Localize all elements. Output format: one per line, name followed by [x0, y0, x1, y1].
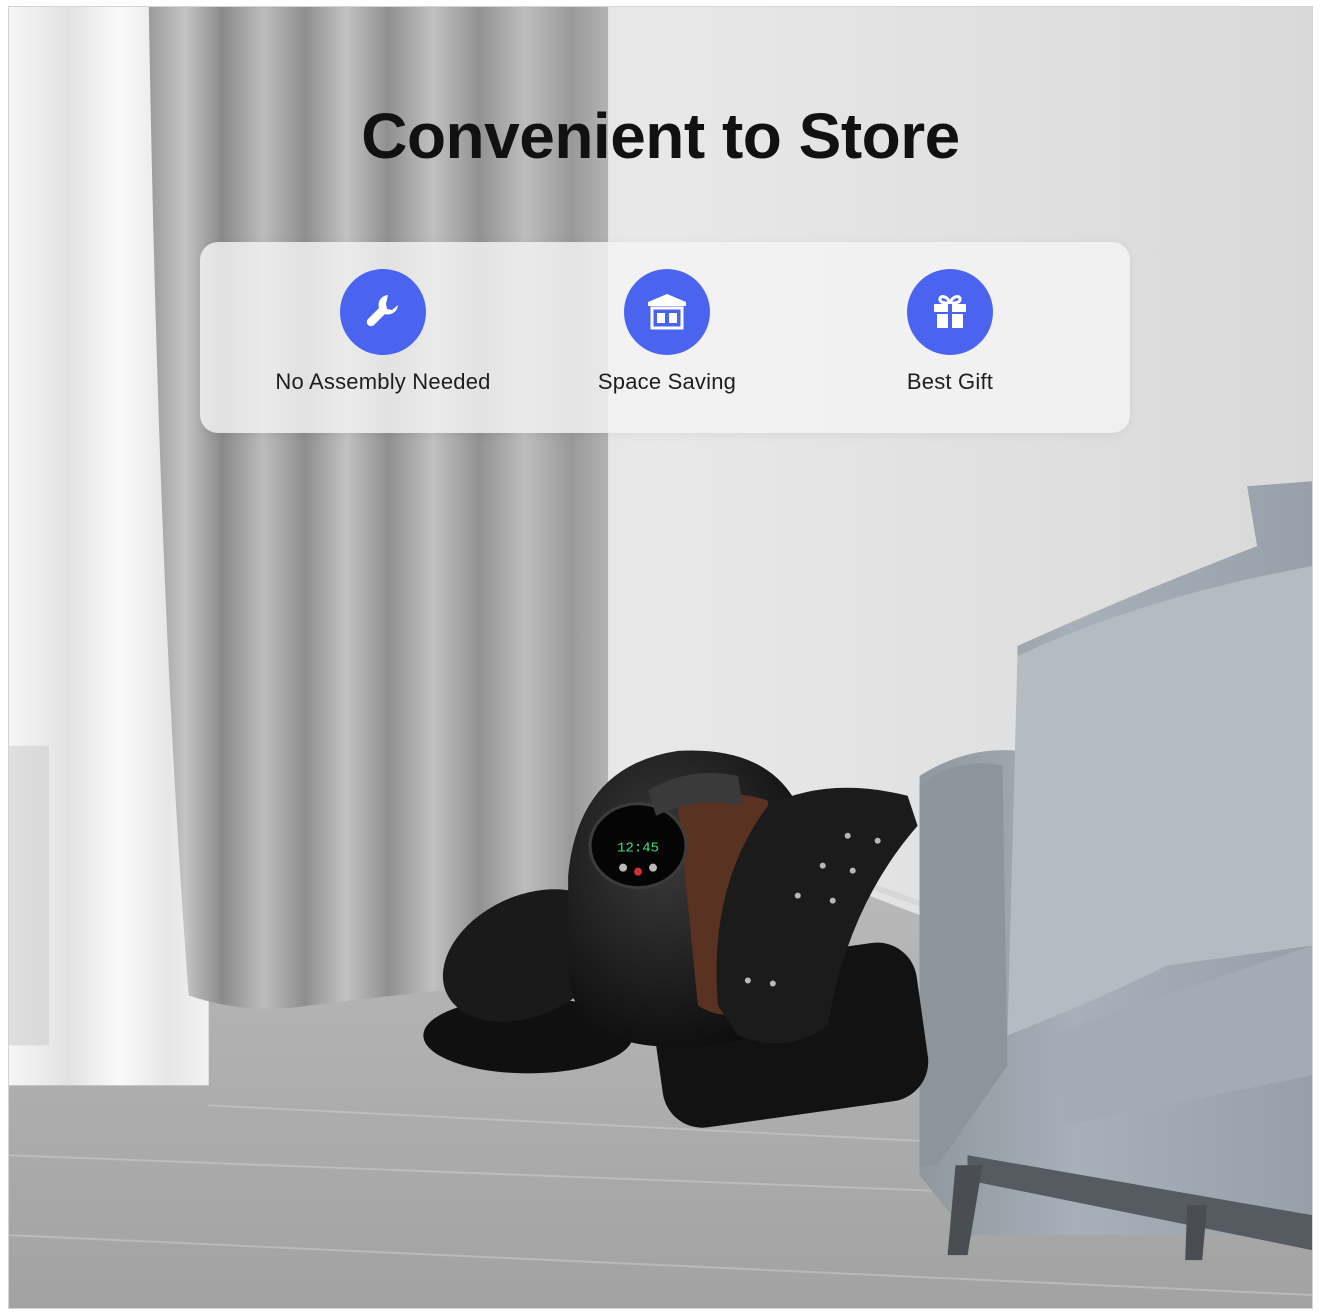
feature-label: Best Gift [906, 369, 994, 394]
room-scene-photo: 12:45 [9, 7, 1312, 1308]
storage-shelf-icon [624, 269, 710, 355]
feature-space-saving: Space Saving [517, 269, 817, 395]
feature-label: Space Saving [597, 369, 737, 394]
feature-no-assembly: No Assembly Needed [233, 269, 533, 395]
feature-label: No Assembly Needed [275, 369, 491, 394]
headline-title: Convenient to Store [361, 100, 960, 172]
wrench-icon [340, 269, 426, 355]
product-image-frame: 12:45 Convenient to Store No Assembly Ne… [8, 6, 1313, 1309]
feature-best-gift: Best Gift [800, 269, 1100, 395]
gift-icon [907, 269, 993, 355]
device-display-readout: 12:45 [617, 841, 659, 857]
features-panel: No Assembly Needed Space Saving Best Gif… [200, 242, 1130, 433]
